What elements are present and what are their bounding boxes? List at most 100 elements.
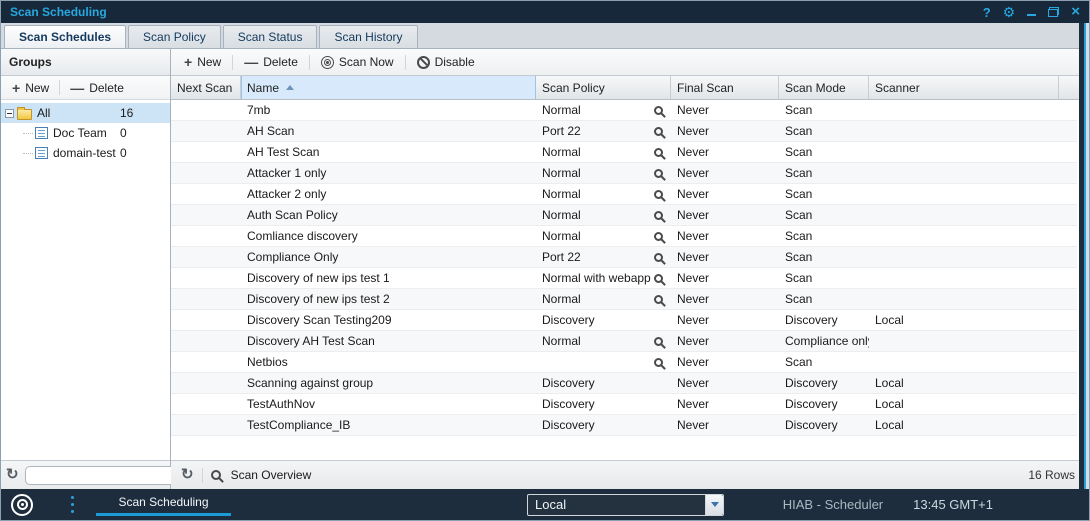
table-row[interactable]: Auth Scan Policy Normal Never Scan xyxy=(171,205,1077,226)
table-row[interactable]: Attacker 1 only Normal Never Scan xyxy=(171,163,1077,184)
help-icon[interactable]: ? xyxy=(983,5,991,20)
cell-scan-mode: Scan xyxy=(779,229,869,243)
table-row[interactable]: Discovery of new ips test 1 Normal with … xyxy=(171,268,1077,289)
cell-scanner: Local xyxy=(869,313,1059,327)
minimize-icon[interactable] xyxy=(1027,8,1036,16)
refresh-icon[interactable]: ↻ xyxy=(181,468,194,482)
table-row[interactable]: Discovery Scan Testing209 Discovery Neve… xyxy=(171,310,1077,331)
policy-magnifier-icon[interactable] xyxy=(654,337,663,346)
search-icon[interactable] xyxy=(211,470,221,480)
group-tree-item[interactable]: Doc Team 0 xyxy=(1,123,170,143)
cell-name: Discovery of new ips test 1 xyxy=(241,271,536,285)
toolbar-separator xyxy=(309,55,310,70)
policy-magnifier-icon[interactable] xyxy=(654,106,663,115)
app-label: HIAB - Scheduler xyxy=(783,497,883,512)
policy-magnifier-icon[interactable] xyxy=(654,169,663,178)
close-icon[interactable]: × xyxy=(1071,6,1080,18)
taskbar-item-scan-scheduling[interactable]: Scan Scheduling xyxy=(96,493,231,516)
clock-label: 13:45 GMT+1 xyxy=(913,497,993,512)
cell-final-scan: Never xyxy=(671,355,779,369)
group-filter-input[interactable] xyxy=(25,466,181,485)
column-header-next-scan[interactable]: Next Scan xyxy=(171,76,241,99)
column-header-scanner[interactable]: Scanner xyxy=(869,76,1059,99)
table-row[interactable]: AH Scan Port 22 Never Scan xyxy=(171,121,1077,142)
policy-magnifier-icon[interactable] xyxy=(654,127,663,136)
taskbar-handle-icon[interactable] xyxy=(71,496,74,513)
cell-final-scan: Never xyxy=(671,313,779,327)
table-row[interactable]: AH Test Scan Normal Never Scan xyxy=(171,142,1077,163)
restore-icon[interactable] xyxy=(1048,7,1059,17)
groups-panel: Groups + New — Delete All 16 Doc Team xyxy=(1,49,171,489)
policy-magnifier-icon[interactable] xyxy=(654,148,663,157)
policy-magnifier-icon[interactable] xyxy=(654,253,663,262)
table-rows: 7mb Normal Never Scan AH Scan Port 22 Ne… xyxy=(171,100,1077,436)
table-row[interactable]: Discovery of new ips test 2 Normal Never… xyxy=(171,289,1077,310)
outpost-logo-icon[interactable] xyxy=(11,494,33,516)
collapse-icon[interactable] xyxy=(5,109,14,118)
cell-scan-mode: Scan xyxy=(779,166,869,180)
column-header-name[interactable]: Name xyxy=(241,76,536,99)
cell-name: AH Test Scan xyxy=(241,145,536,159)
cell-final-scan: Never xyxy=(671,271,779,285)
scan-now-button[interactable]: Scan Now xyxy=(316,53,399,71)
cell-scan-mode: Scan xyxy=(779,271,869,285)
cell-scan-mode: Scan xyxy=(779,292,869,306)
column-header-scan-policy[interactable]: Scan Policy xyxy=(536,76,671,99)
policy-magnifier-icon[interactable] xyxy=(654,232,663,241)
policy-magnifier-icon[interactable] xyxy=(654,211,663,220)
cell-name: Discovery AH Test Scan xyxy=(241,334,536,348)
table-row[interactable]: Attacker 2 only Normal Never Scan xyxy=(171,184,1077,205)
refresh-icon[interactable]: ↻ xyxy=(6,468,19,482)
cell-final-scan: Never xyxy=(671,334,779,348)
scanner-select[interactable]: Local xyxy=(527,494,724,516)
table-row[interactable]: TestAuthNov Discovery Never Discovery Lo… xyxy=(171,394,1077,415)
scan-policy-value: Normal xyxy=(542,208,581,222)
cell-name: Compliance Only xyxy=(241,250,536,264)
delete-schedule-button[interactable]: — Delete xyxy=(239,53,303,71)
window-edge-strip xyxy=(1079,23,1089,489)
gear-icon[interactable]: ⚙ xyxy=(1003,5,1016,19)
cell-name: Netbios xyxy=(241,355,536,369)
cell-scan-mode: Scan xyxy=(779,145,869,159)
toolbar-separator xyxy=(232,55,233,70)
cell-scan-policy: Normal xyxy=(536,145,671,159)
scan-policy-value: Normal xyxy=(542,166,581,180)
cell-scan-policy: Normal xyxy=(536,103,671,117)
tab-scan-history[interactable]: Scan History xyxy=(319,25,417,48)
schedules-panel: + New — Delete Scan Now Disable xyxy=(171,49,1089,489)
cell-name: TestAuthNov xyxy=(241,397,536,411)
cell-final-scan: Never xyxy=(671,208,779,222)
cell-scan-policy: Port 22 xyxy=(536,124,671,138)
table-row[interactable]: Comliance discovery Normal Never Scan xyxy=(171,226,1077,247)
table-row[interactable]: TestCompliance_IB Discovery Never Discov… xyxy=(171,415,1077,436)
disable-button[interactable]: Disable xyxy=(412,53,480,71)
group-tree-item[interactable]: domain-test 0 xyxy=(1,143,170,163)
table-row[interactable]: Scanning against group Discovery Never D… xyxy=(171,373,1077,394)
table-row[interactable]: Netbios Never Scan xyxy=(171,352,1077,373)
column-header-final-scan[interactable]: Final Scan xyxy=(671,76,779,99)
groups-delete-button[interactable]: — Delete xyxy=(65,79,129,97)
tab-scan-policy[interactable]: Scan Policy xyxy=(128,25,221,48)
footer-taskbar: Scan Scheduling Local HIAB - Scheduler 1… xyxy=(1,489,1089,520)
policy-magnifier-icon[interactable] xyxy=(654,190,663,199)
target-icon xyxy=(321,56,334,69)
groups-new-button[interactable]: + New xyxy=(7,79,54,97)
cell-scan-policy: Discovery xyxy=(536,313,671,327)
dropdown-button[interactable] xyxy=(705,495,723,515)
tab-scan-schedules[interactable]: Scan Schedules xyxy=(4,25,126,48)
scan-policy-value: Discovery xyxy=(542,313,595,327)
tab-scan-status[interactable]: Scan Status xyxy=(223,25,318,48)
table-row[interactable]: 7mb Normal Never Scan xyxy=(171,100,1077,121)
policy-magnifier-icon[interactable] xyxy=(654,358,663,367)
group-tree-item[interactable]: All 16 xyxy=(1,103,170,123)
groups-new-label: New xyxy=(25,81,49,95)
policy-magnifier-icon[interactable] xyxy=(654,274,663,283)
cell-final-scan: Never xyxy=(671,124,779,138)
column-header-scan-mode[interactable]: Scan Mode xyxy=(779,76,869,99)
table-row[interactable]: Compliance Only Port 22 Never Scan xyxy=(171,247,1077,268)
cell-scan-mode: Discovery xyxy=(779,397,869,411)
new-schedule-button[interactable]: + New xyxy=(179,53,226,71)
table-row[interactable]: Discovery AH Test Scan Normal Never Comp… xyxy=(171,331,1077,352)
policy-magnifier-icon[interactable] xyxy=(654,295,663,304)
name-column-label: Name xyxy=(247,81,279,95)
